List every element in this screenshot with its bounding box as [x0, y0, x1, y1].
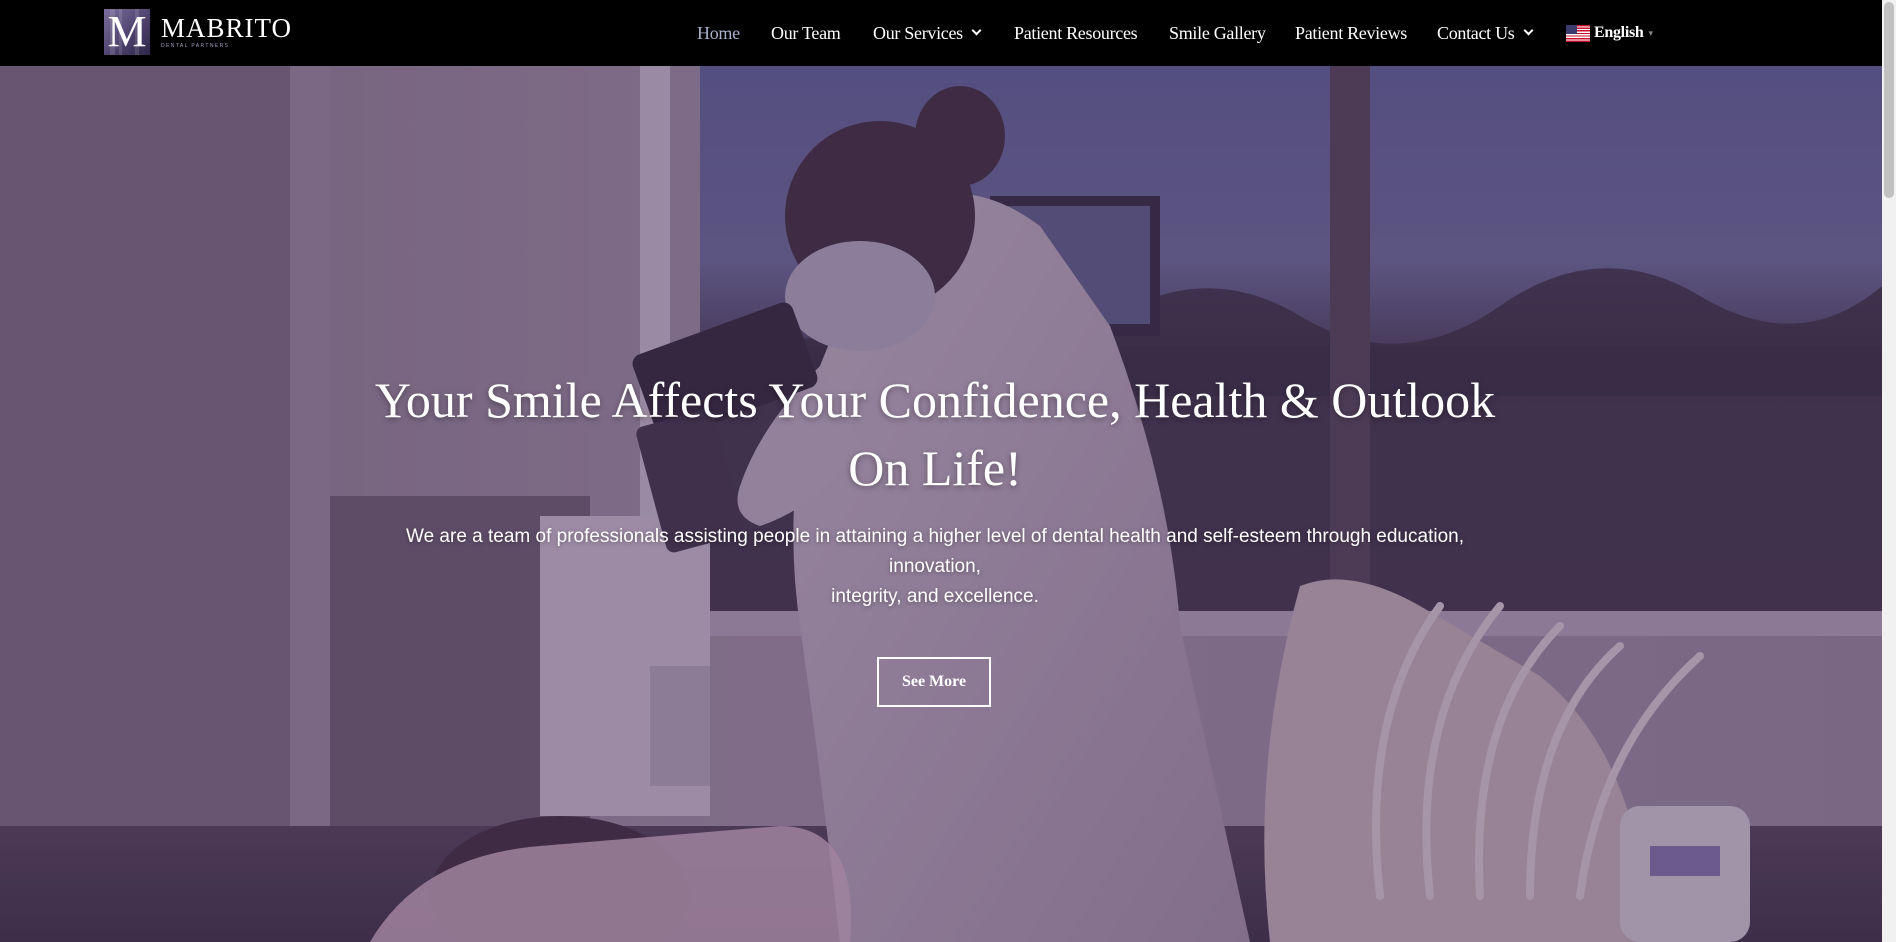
- us-flag-icon: [1566, 24, 1590, 42]
- nav-item-home[interactable]: Home: [697, 0, 740, 66]
- site-header: M MABRITO DENTAL PARTNERS Home Our Team …: [0, 0, 1882, 66]
- caret-down-icon: ▾: [1648, 29, 1654, 39]
- nav-item-our-services[interactable]: Our Services: [873, 0, 982, 66]
- hero-overlay: [0, 66, 1882, 942]
- page: M MABRITO DENTAL PARTNERS Home Our Team …: [0, 0, 1896, 942]
- scrollbar-thumb[interactable]: [1884, 2, 1894, 198]
- hero-title-line2: On Life!: [848, 440, 1022, 496]
- language-selector[interactable]: English ▾: [1566, 0, 1653, 66]
- nav-item-label: Home: [697, 22, 740, 43]
- nav-item-label: Patient Resources: [1014, 22, 1138, 43]
- hero-subtitle: We are a team of professionals assisting…: [380, 522, 1490, 612]
- hero-subtitle-line1: We are a team of professionals assisting…: [406, 526, 1464, 577]
- hero-title: Your Smile Affects Your Confidence, Heal…: [360, 366, 1510, 502]
- language-label: English: [1594, 24, 1644, 41]
- nav-item-label: Contact Us: [1437, 22, 1515, 43]
- page-scrollbar[interactable]: [1882, 0, 1896, 942]
- hero-title-line1: Your Smile Affects Your Confidence, Heal…: [374, 372, 1496, 428]
- nav-item-label: Patient Reviews: [1295, 22, 1407, 43]
- nav-item-contact-us[interactable]: Contact Us: [1437, 0, 1533, 66]
- nav-item-label: Our Team: [771, 22, 841, 43]
- see-more-button[interactable]: See More: [877, 657, 991, 707]
- chevron-down-icon: [1523, 25, 1533, 36]
- nav-item-label: Our Services: [873, 22, 963, 43]
- main-nav: Home Our Team Our Services Patient Resou…: [0, 0, 1882, 66]
- hero-section: Your Smile Affects Your Confidence, Heal…: [0, 66, 1882, 942]
- nav-item-label: Smile Gallery: [1169, 22, 1266, 43]
- chevron-down-icon: [971, 25, 982, 36]
- hero-subtitle-line2: integrity, and excellence.: [831, 586, 1039, 607]
- nav-item-smile-gallery[interactable]: Smile Gallery: [1169, 0, 1266, 66]
- nav-item-our-team[interactable]: Our Team: [771, 0, 841, 66]
- nav-item-patient-resources[interactable]: Patient Resources: [1014, 0, 1138, 66]
- nav-item-patient-reviews[interactable]: Patient Reviews: [1295, 0, 1407, 66]
